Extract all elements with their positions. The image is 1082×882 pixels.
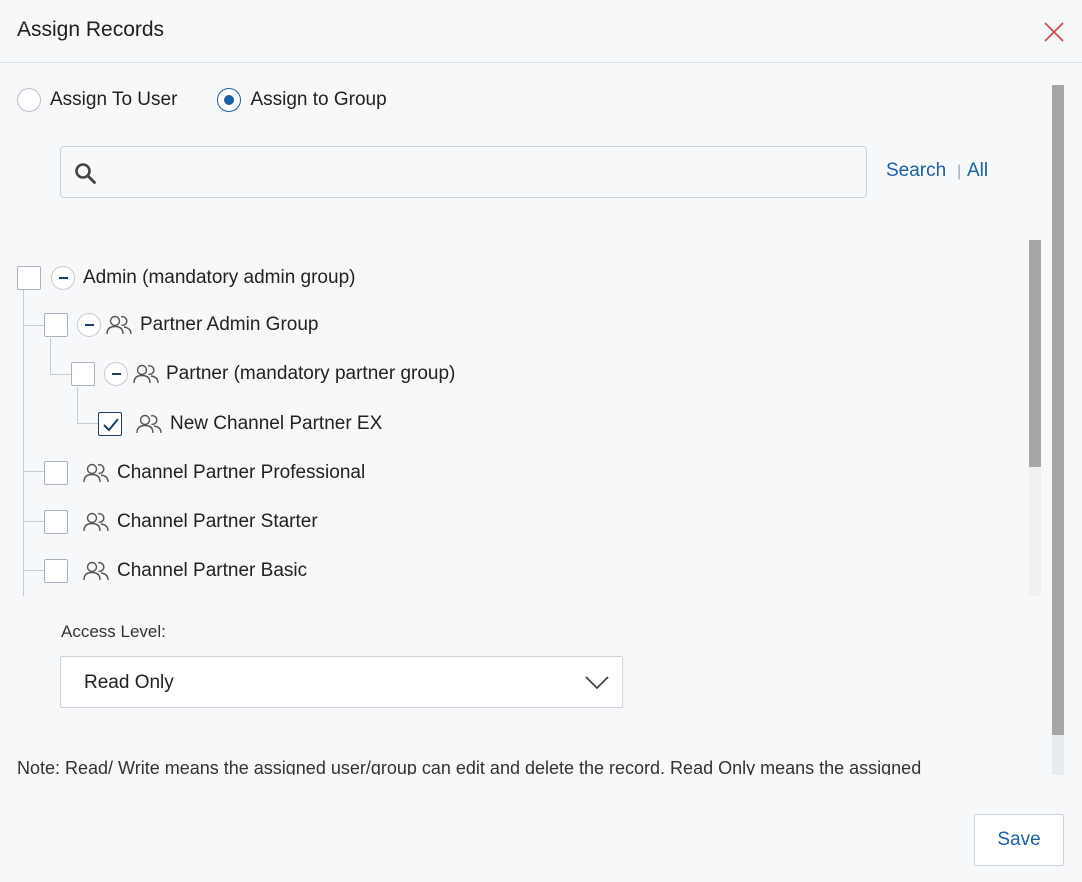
tree-node-partner-admin-group[interactable]: Partner Admin Group [44, 310, 318, 340]
checkmark-icon [103, 418, 119, 432]
users-icon [133, 363, 159, 385]
tree-node-channel-partner-professional[interactable]: Channel Partner Professional [44, 458, 365, 488]
close-icon[interactable] [1042, 20, 1066, 44]
users-icon [83, 462, 109, 484]
search-input[interactable] [111, 157, 851, 187]
tree-connector [23, 325, 45, 326]
tree-connector [77, 387, 78, 423]
group-checkbox[interactable] [17, 266, 41, 290]
assign-to-user-radio[interactable]: Assign To User [17, 88, 177, 112]
group-label: Channel Partner Starter [117, 511, 318, 532]
save-button[interactable]: Save [974, 814, 1064, 866]
access-level-value: Read Only [84, 672, 174, 693]
dialog-header: Assign Records [0, 0, 1082, 63]
radio-label: Assign To User [50, 89, 178, 110]
tree-node-admin[interactable]: Admin (mandatory admin group) [17, 263, 355, 293]
tree-connector [23, 521, 45, 522]
tree-node-partner[interactable]: Partner (mandatory partner group) [71, 359, 455, 389]
assign-mode-radio-group: Assign To User Assign to Group [17, 87, 427, 113]
collapse-icon[interactable] [77, 313, 101, 337]
tree-node-new-channel-partner-ex[interactable]: New Channel Partner EX [98, 409, 382, 439]
assign-to-group-radio[interactable]: Assign to Group [217, 88, 387, 112]
users-icon [136, 413, 162, 435]
group-checkbox-checked[interactable] [98, 412, 122, 436]
tree-connector [50, 338, 51, 374]
tree-connector [77, 423, 99, 424]
tree-connector [23, 570, 45, 571]
radio-button-user[interactable] [17, 88, 41, 112]
group-label: Partner Admin Group [140, 314, 319, 335]
group-tree: Admin (mandatory admin group) Partner Ad… [17, 240, 1042, 596]
all-link[interactable]: All [967, 160, 988, 182]
tree-connector [23, 471, 45, 472]
users-icon [83, 560, 109, 582]
search-icon [75, 163, 96, 184]
collapse-icon[interactable] [104, 362, 128, 386]
group-label: Partner (mandatory partner group) [166, 363, 456, 384]
search-box [60, 146, 867, 198]
tree-node-channel-partner-basic[interactable]: Channel Partner Basic [44, 556, 307, 586]
group-label: Admin (mandatory admin group) [83, 267, 356, 288]
chevron-down-icon [585, 676, 609, 690]
group-checkbox[interactable] [44, 510, 68, 534]
search-link[interactable]: Search [886, 160, 946, 182]
dialog-scrollbar-thumb[interactable] [1052, 85, 1064, 735]
users-icon [83, 511, 109, 533]
access-note-text: Note: Read/ Write means the assigned use… [17, 758, 922, 775]
group-label: Channel Partner Professional [117, 462, 366, 483]
tree-connector [23, 290, 24, 596]
search-separator: | [957, 163, 962, 180]
radio-label: Assign to Group [250, 89, 387, 110]
tree-node-channel-partner-starter[interactable]: Channel Partner Starter [44, 507, 318, 537]
group-label: New Channel Partner EX [170, 413, 383, 434]
group-checkbox[interactable] [71, 362, 95, 386]
group-label: Channel Partner Basic [117, 560, 308, 581]
collapse-icon[interactable] [51, 266, 75, 290]
tree-connector [50, 374, 72, 375]
radio-button-group[interactable] [217, 88, 242, 112]
note-container: Note: Read/ Write means the assigned use… [17, 756, 1047, 775]
dialog-title: Assign Records [17, 18, 165, 41]
users-icon [106, 314, 132, 336]
access-level-select[interactable]: Read Only [60, 656, 623, 708]
group-checkbox[interactable] [44, 313, 68, 337]
access-level-label: Access Level: [61, 622, 166, 641]
group-checkbox[interactable] [44, 559, 68, 583]
group-checkbox[interactable] [44, 461, 68, 485]
